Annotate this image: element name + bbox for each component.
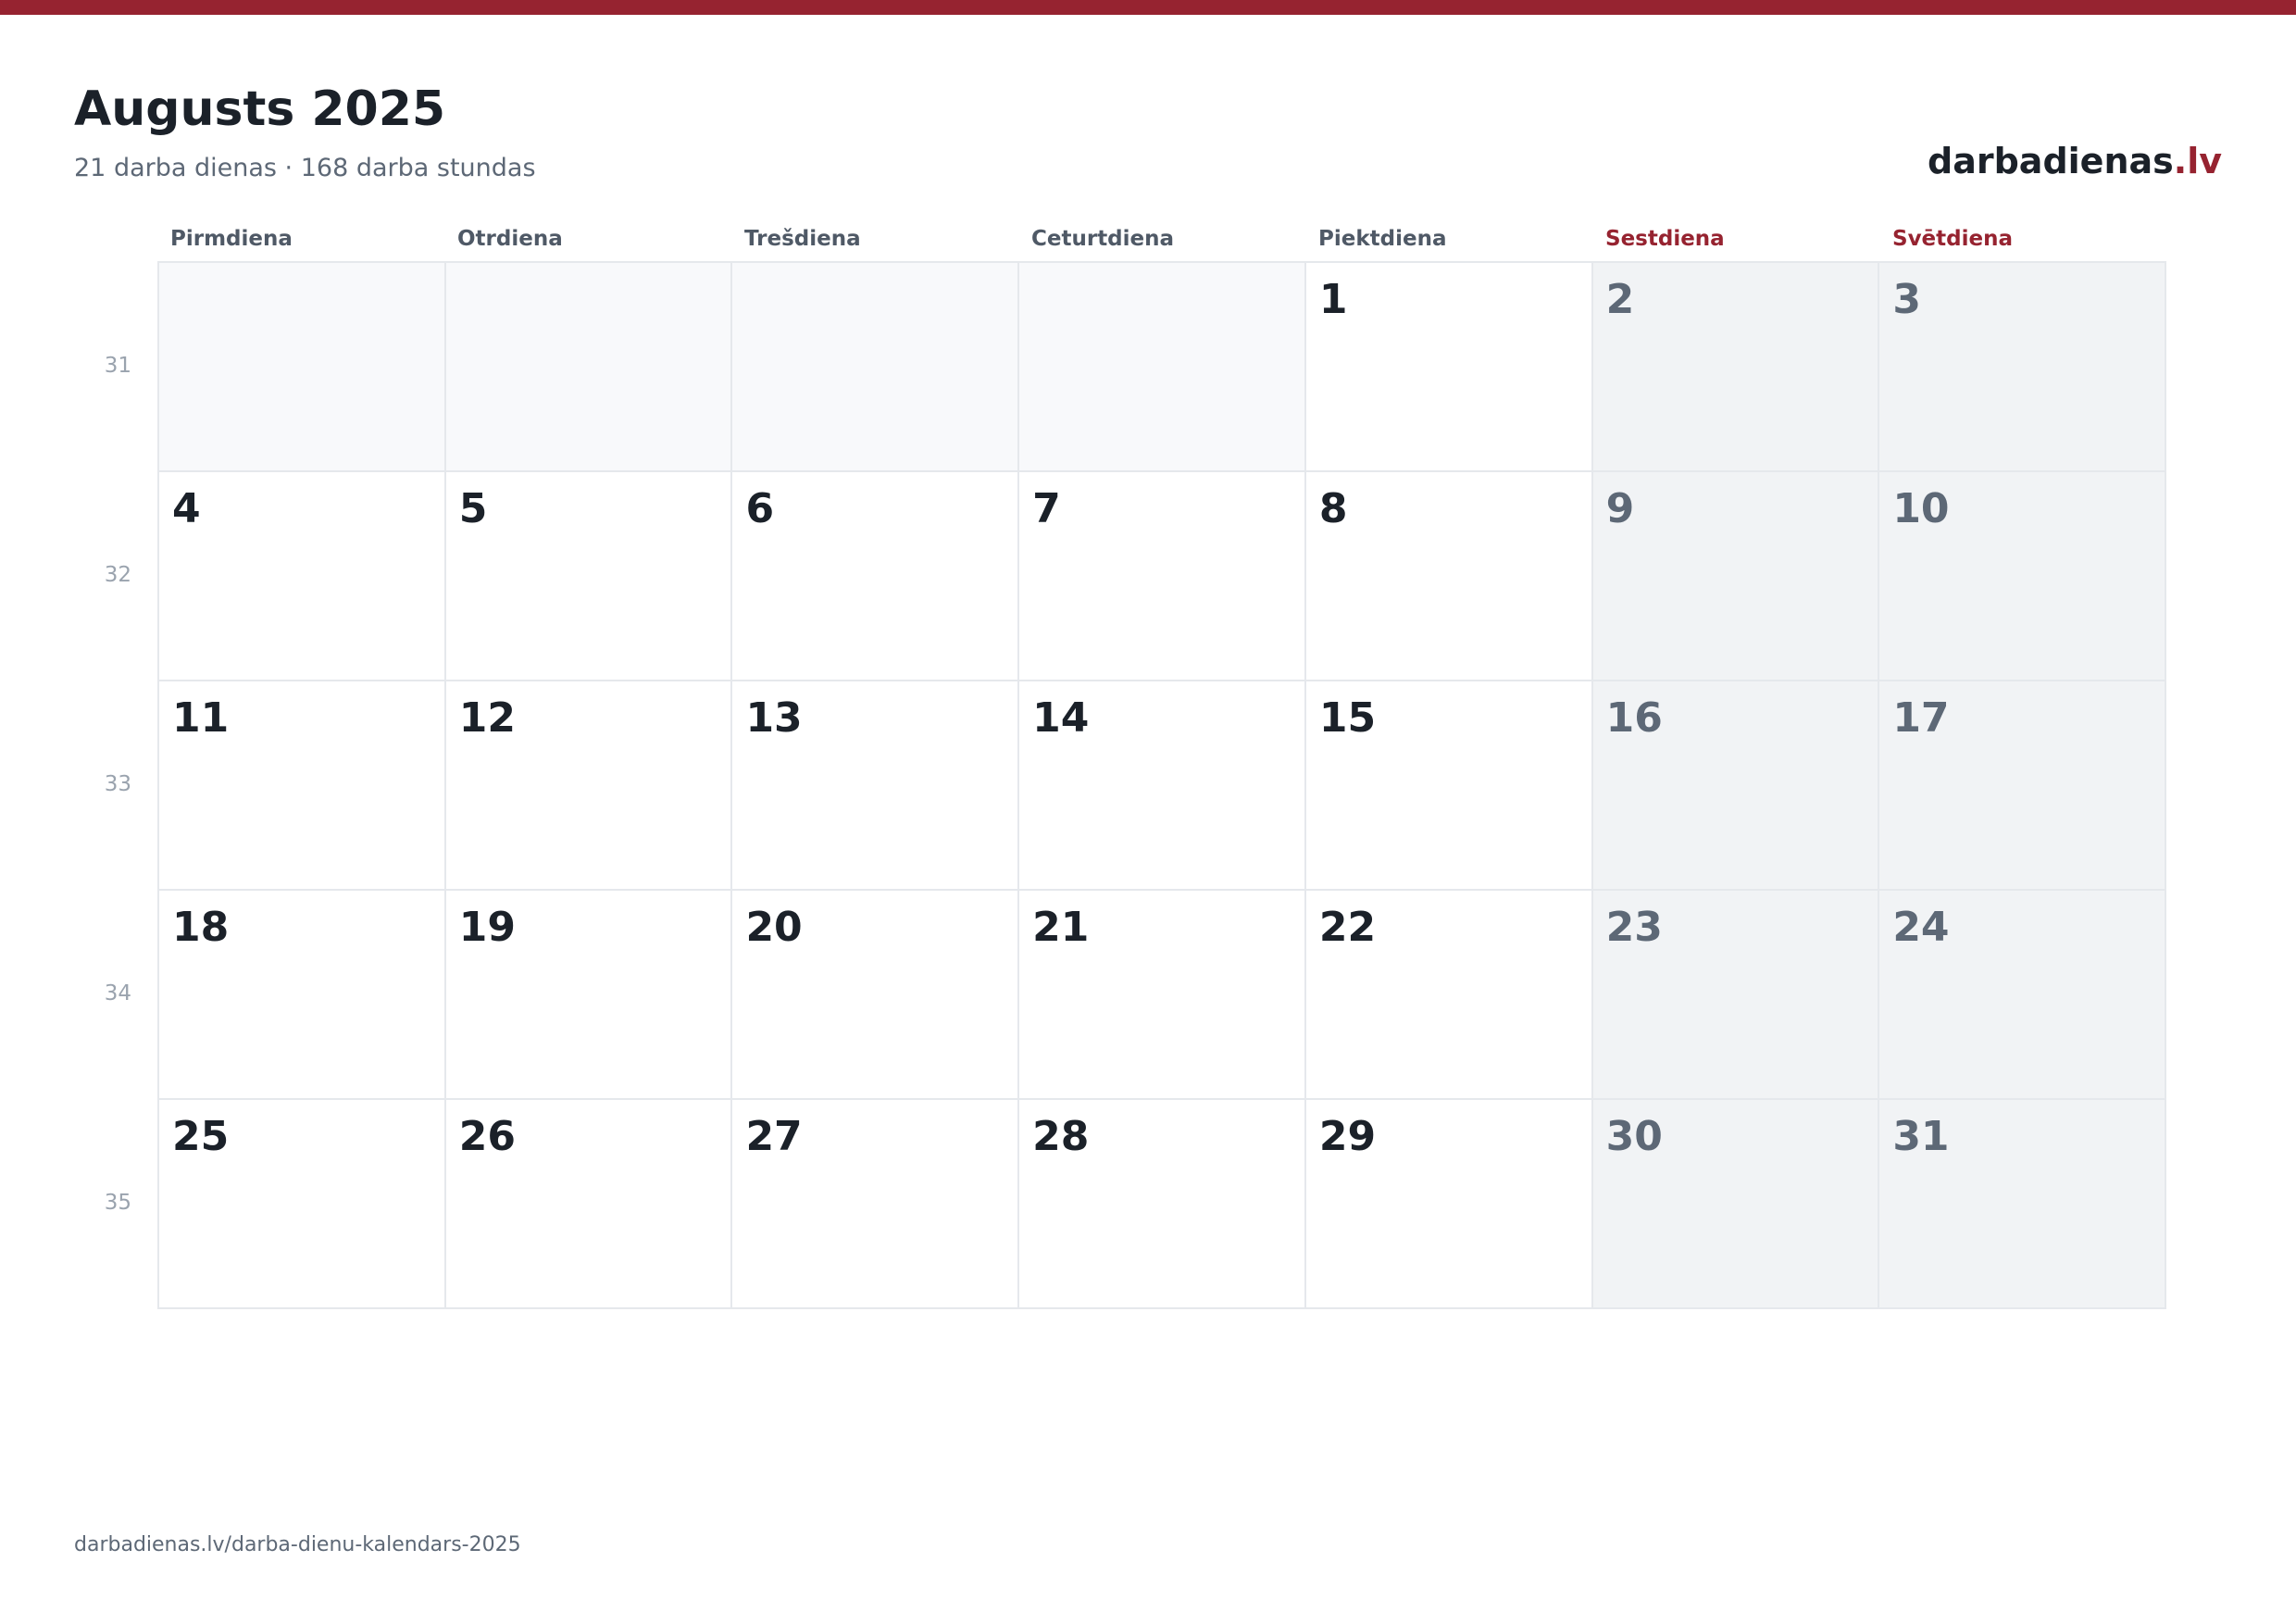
brand-name: darbadienas: [1928, 141, 2174, 181]
day-cell: 7: [1019, 472, 1306, 681]
day-number: 13: [745, 694, 803, 742]
day-cell: 26: [445, 1100, 733, 1309]
day-number: 31: [1892, 1113, 1950, 1160]
empty-day-cell: [1019, 263, 1306, 472]
weekday-label: Trešdiena: [744, 227, 861, 251]
day-cell: 2: [1592, 263, 1880, 472]
empty-day-cell: [445, 263, 733, 472]
day-cell: 8: [1305, 472, 1593, 681]
empty-day-cell: [159, 263, 446, 472]
day-cell: 17: [1879, 681, 2167, 891]
day-cell: 27: [732, 1100, 1020, 1309]
day-cell: 11: [159, 681, 446, 891]
weekday-header-row: Pirmdiena Otrdiena Trešdiena Ceturtdiena Pie…: [157, 220, 2166, 261]
day-number: 19: [458, 904, 516, 951]
month-grid: Pirmdiena Otrdiena Trešdiena Ceturtdiena Pie…: [105, 220, 2167, 1309]
day-cell: 22: [1305, 891, 1593, 1100]
day-number: 15: [1318, 694, 1377, 742]
day-cell: 4: [159, 472, 446, 681]
day-cell: 31: [1879, 1100, 2167, 1309]
day-cell: 5: [445, 472, 733, 681]
day-cell: 14: [1019, 681, 1306, 891]
day-cell: 25: [159, 1100, 446, 1309]
day-cell: 21: [1019, 891, 1306, 1100]
day-number: 9: [1605, 485, 1635, 532]
page-title: Augusts 2025: [74, 81, 446, 137]
page-subtitle: 21 darba dienas · 168 darba stundas: [74, 154, 536, 182]
calendar-page: Augusts 2025 21 darba dienas · 168 darba…: [0, 0, 2296, 1624]
day-number: 1: [1318, 276, 1348, 323]
day-number: 7: [1032, 485, 1061, 532]
day-number: 21: [1032, 904, 1090, 951]
weekday-label: Otrdiena: [457, 227, 563, 251]
day-number: 27: [745, 1113, 803, 1160]
week-number: 35: [104, 1191, 131, 1215]
day-cell: 16: [1592, 681, 1880, 891]
weeks-container: 31 1 2 3 32 4 5 6 7 8 9 10 33 11 12 13 14 15 16 17 34 18 19 20 2…: [105, 261, 2167, 1309]
empty-day-cell: [732, 263, 1020, 472]
weekday-label: Svētdiena: [1892, 227, 2013, 251]
day-cell: 20: [732, 891, 1020, 1100]
footer-url: darbadienas.lv/darba-dienu-kalendars-202…: [74, 1533, 521, 1556]
week-row: 31 1 2 3: [105, 263, 2167, 472]
day-number: 30: [1605, 1113, 1663, 1160]
day-cell: 1: [1305, 263, 1593, 472]
day-cell: 29: [1305, 1100, 1593, 1309]
brand-logo: darbadienas.lv: [1928, 141, 2222, 181]
day-number: 14: [1032, 694, 1090, 742]
top-accent-bar: [0, 0, 2296, 15]
week-number: 31: [104, 354, 131, 378]
day-cell: 19: [445, 891, 733, 1100]
weekday-label: Piektdiena: [1318, 227, 1447, 251]
day-cell: 6: [732, 472, 1020, 681]
day-number: 25: [172, 1113, 230, 1160]
day-cell: 10: [1879, 472, 2167, 681]
day-number: 22: [1318, 904, 1377, 951]
day-number: 29: [1318, 1113, 1377, 1160]
day-number: 17: [1892, 694, 1950, 742]
week-row: 33 11 12 13 14 15 16 17: [105, 681, 2167, 891]
day-number: 4: [172, 485, 201, 532]
weekday-label: Sestdiena: [1605, 227, 1725, 251]
week-number: 34: [104, 981, 131, 1006]
day-number: 26: [458, 1113, 516, 1160]
day-number: 10: [1892, 485, 1950, 532]
day-cell: 9: [1592, 472, 1880, 681]
day-number: 5: [458, 485, 488, 532]
brand-tld: .lv: [2173, 141, 2222, 181]
day-cell: 18: [159, 891, 446, 1100]
weekday-label: Pirmdiena: [170, 227, 293, 251]
day-number: 8: [1318, 485, 1348, 532]
day-cell: 15: [1305, 681, 1593, 891]
day-number: 6: [745, 485, 775, 532]
day-number: 2: [1605, 276, 1635, 323]
day-number: 20: [745, 904, 803, 951]
day-cell: 28: [1019, 1100, 1306, 1309]
day-number: 23: [1605, 904, 1663, 951]
week-row: 35 25 26 27 28 29 30 31: [105, 1100, 2167, 1309]
day-cell: 23: [1592, 891, 1880, 1100]
day-number: 18: [172, 904, 230, 951]
week-row: 34 18 19 20 21 22 23 24: [105, 891, 2167, 1100]
day-cell: 12: [445, 681, 733, 891]
day-cell: 3: [1879, 263, 2167, 472]
day-cell: 30: [1592, 1100, 1880, 1309]
week-number: 33: [104, 772, 131, 796]
day-cell: 24: [1879, 891, 2167, 1100]
week-row: 32 4 5 6 7 8 9 10: [105, 472, 2167, 681]
day-number: 3: [1892, 276, 1921, 323]
week-number: 32: [104, 563, 131, 587]
day-number: 11: [172, 694, 230, 742]
day-number: 24: [1892, 904, 1950, 951]
day-number: 16: [1605, 694, 1663, 742]
day-cell: 13: [732, 681, 1020, 891]
day-number: 12: [458, 694, 516, 742]
day-number: 28: [1032, 1113, 1090, 1160]
weekday-label: Ceturtdiena: [1031, 227, 1175, 251]
